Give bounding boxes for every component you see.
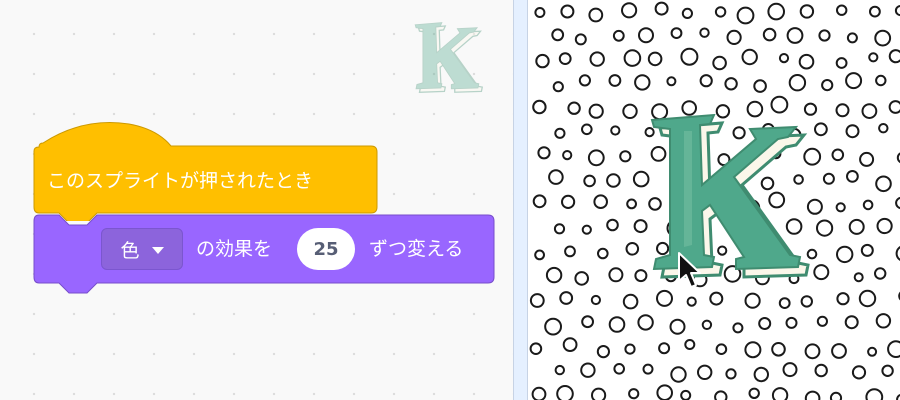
code-area[interactable]: このスプライトが押されたとき 色 の効果を 25 ずつ変える — [0, 0, 513, 400]
effect-dropdown[interactable]: 色 — [101, 228, 183, 270]
letter-k-sprite-icon — [414, 22, 484, 93]
stage-divider — [513, 0, 528, 400]
effect-dropdown-value: 色 — [120, 239, 140, 262]
hat-block-label: このスプライトが押されたとき — [47, 170, 314, 192]
effect-amount-input[interactable]: 25 — [297, 228, 355, 270]
stage[interactable] — [528, 0, 900, 400]
chevron-down-icon — [151, 246, 164, 254]
looks-block-label-after: ずつ変える — [369, 238, 464, 260]
looks-block-label-before: の効果を — [196, 238, 273, 260]
letter-k-sprite[interactable] — [626, 95, 812, 295]
mouse-pointer-icon — [678, 252, 701, 288]
